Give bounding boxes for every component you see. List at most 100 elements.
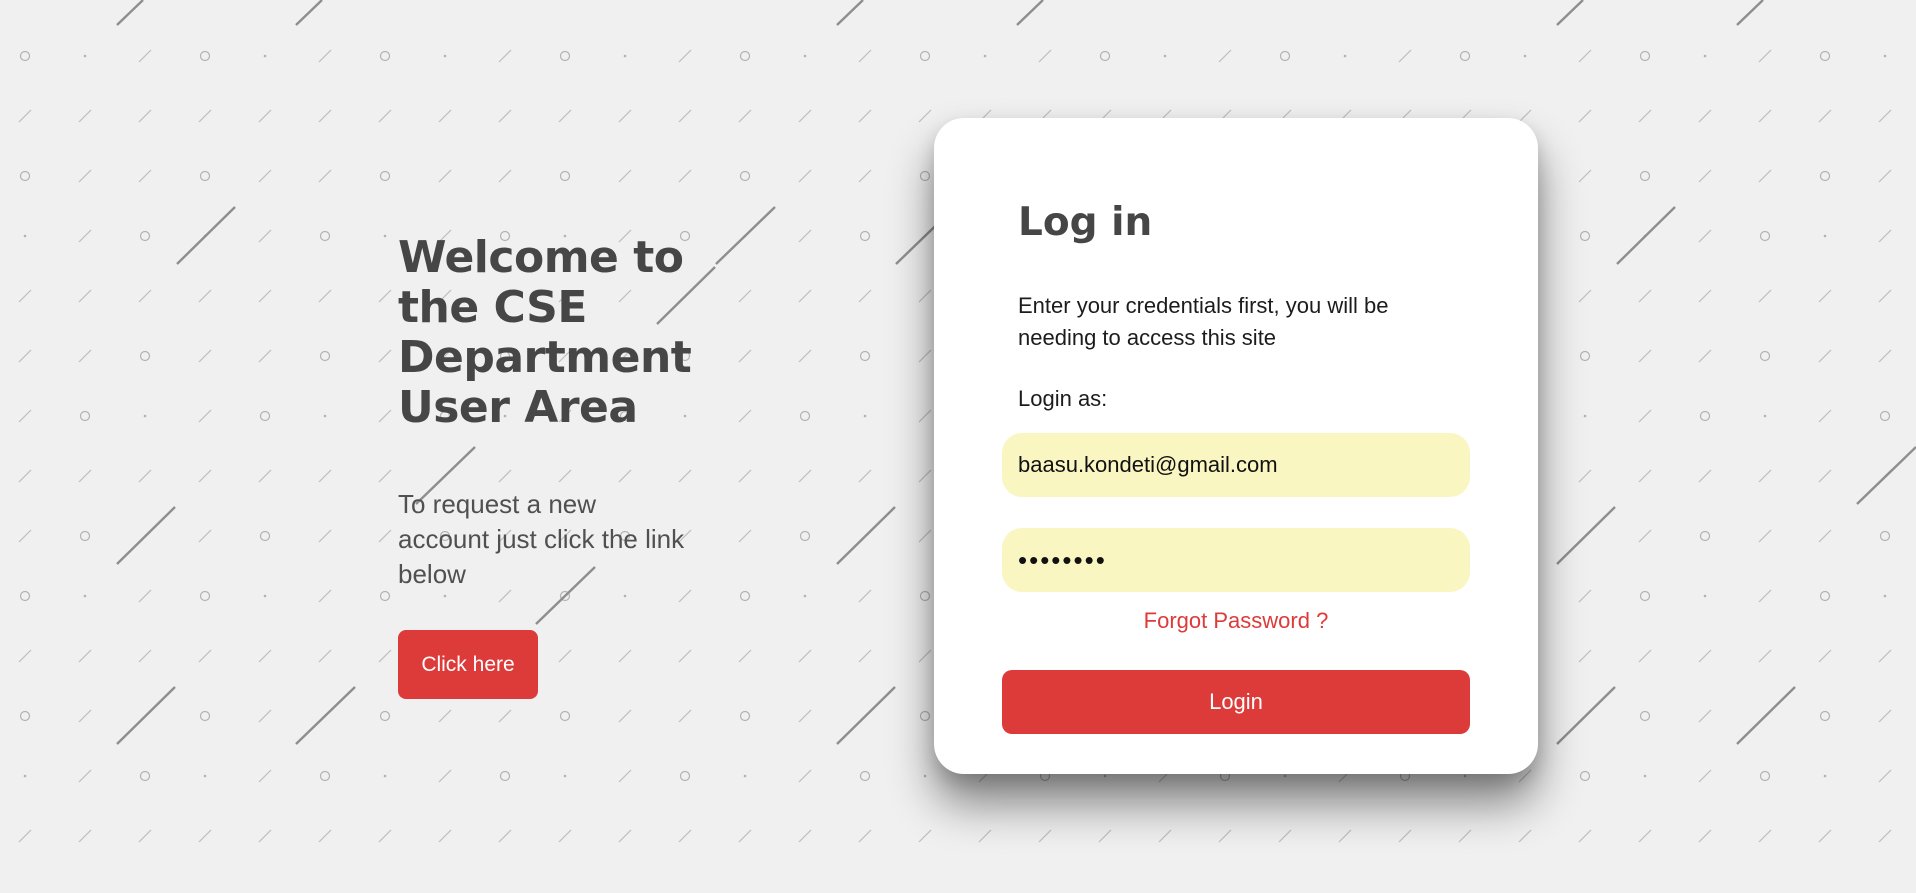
login-card: Log in Enter your credentials first, you… [934,118,1538,774]
pattern-long-stroke [116,686,176,745]
pattern-slash [378,469,392,483]
pattern-slash [78,289,92,303]
login-button[interactable]: Login [1002,670,1470,734]
pattern-slash [1698,289,1712,303]
pattern-slash [378,109,392,123]
password-field[interactable] [1002,528,1470,592]
pattern-slash [1878,649,1892,663]
pattern-slash [198,469,212,483]
pattern-slash [1578,469,1592,483]
pattern-slash [198,649,212,663]
pattern-long-stroke [176,206,236,265]
pattern-long-stroke [1556,686,1616,745]
pattern-circle [379,710,391,722]
pattern-slash [678,169,692,183]
pattern-slash [138,829,152,843]
pattern-circle [1099,50,1111,62]
pattern-dot [1463,774,1467,778]
pattern-slash [1578,649,1592,663]
pattern-long-stroke [295,686,356,745]
pattern-slash [318,829,332,843]
pattern-slash [438,169,452,183]
pattern-circle [1639,170,1651,182]
pattern-slash [738,829,752,843]
pattern-slash [918,649,932,663]
pattern-slash [1758,109,1772,123]
pattern-slash [438,769,452,783]
pattern-dot [1763,414,1767,418]
pattern-slash [138,169,152,183]
pattern-slash [318,109,332,123]
pattern-slash [1278,829,1292,843]
pattern-slash [858,289,872,303]
pattern-slash [738,109,752,123]
pattern-slash [438,709,452,723]
pattern-slash [258,349,272,363]
pattern-slash [1038,49,1052,63]
email-field[interactable] [1002,433,1470,497]
pattern-slash [378,289,392,303]
pattern-circle [859,230,871,242]
pattern-circle [739,170,751,182]
pattern-slash [198,529,212,543]
pattern-circle [1699,410,1711,422]
pattern-dot [1643,774,1647,778]
pattern-slash [1818,529,1832,543]
pattern-dot [983,54,987,58]
pattern-circle [859,770,871,782]
pattern-long-stroke [1616,206,1676,265]
login-title: Log in [1018,200,1153,245]
pattern-long-stroke [836,0,864,26]
pattern-slash [1818,109,1832,123]
pattern-slash [78,469,92,483]
pattern-circle [1819,590,1831,602]
pattern-circle [19,170,31,182]
pattern-slash [1638,349,1652,363]
pattern-circle [79,410,91,422]
pattern-slash [1638,829,1652,843]
pattern-slash [1038,829,1052,843]
pattern-slash [18,649,32,663]
pattern-slash [78,769,92,783]
request-account-button[interactable]: Click here [398,630,538,699]
pattern-circle [1579,230,1591,242]
pattern-slash [1578,109,1592,123]
pattern-slash [858,469,872,483]
pattern-dot [83,54,87,58]
pattern-slash [858,829,872,843]
pattern-dot [1883,594,1887,598]
pattern-slash [738,469,752,483]
pattern-circle [799,410,811,422]
pattern-slash [678,709,692,723]
pattern-slash [1758,169,1772,183]
pattern-slash [1758,589,1772,603]
pattern-dot [1583,414,1587,418]
pattern-dot [1343,54,1347,58]
pattern-slash [18,829,32,843]
pattern-circle [199,710,211,722]
pattern-slash [1578,289,1592,303]
pattern-circle [1819,50,1831,62]
pattern-slash [1578,829,1592,843]
pattern-slash [258,709,272,723]
pattern-long-stroke [295,0,323,26]
pattern-slash [318,49,332,63]
pattern-slash [1878,289,1892,303]
pattern-circle [559,170,571,182]
pattern-circle [139,350,151,362]
pattern-slash [138,109,152,123]
pattern-slash [738,289,752,303]
pattern-circle [259,530,271,542]
pattern-slash [498,109,512,123]
pattern-slash [918,109,932,123]
pattern-circle [259,410,271,422]
pattern-slash [258,649,272,663]
pattern-dot [863,414,867,418]
pattern-long-stroke [836,506,896,565]
pattern-slash [1698,769,1712,783]
pattern-dot [1703,54,1707,58]
pattern-circle [1639,590,1651,602]
forgot-password-link[interactable]: Forgot Password ? [1002,608,1470,634]
pattern-slash [1818,829,1832,843]
pattern-slash [1098,829,1112,843]
